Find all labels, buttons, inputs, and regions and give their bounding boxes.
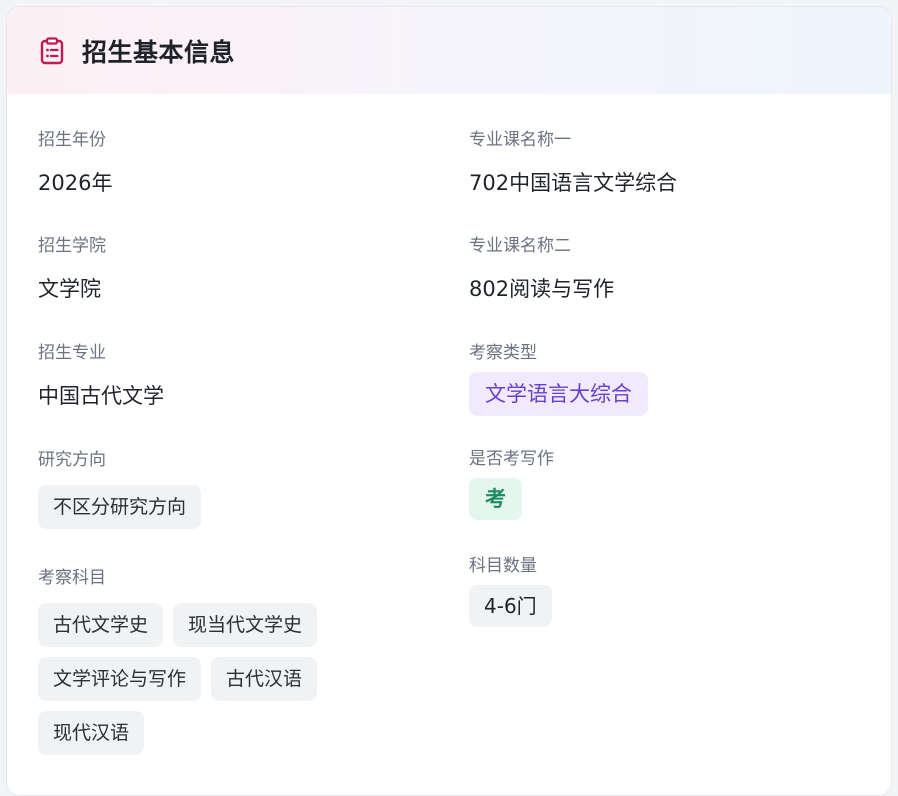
field-course-two: 专业课名称二 802阅读与写作 [469, 235, 614, 303]
field-label: 是否考写作 [469, 449, 554, 469]
field-value: 702中国语言文学综合 [469, 171, 678, 195]
field-enroll-year: 招生年份 2026年 [38, 129, 112, 197]
writing-badge: 考 [469, 478, 522, 520]
field-value: 文学院 [38, 277, 101, 301]
subject-tag-list: 古代文学史 现当代文学史 文学评论与写作 古代汉语 现代汉语 [38, 603, 338, 755]
subject-tag: 现当代文学史 [173, 603, 318, 647]
field-course-one: 专业课名称一 702中国语言文学综合 [469, 129, 677, 197]
field-label: 招生专业 [38, 343, 106, 363]
subject-tag: 古代汉语 [211, 657, 318, 701]
enrollment-info-card: 招生基本信息 招生年份 2026年 招生学院 文学院 招生专业 中国古代文学 研… [6, 6, 892, 796]
subject-tag: 文学评论与写作 [38, 657, 202, 701]
field-exam-subjects: 考察科目 古代文学史 现当代文学史 文学评论与写作 古代汉语 现代汉语 [38, 567, 338, 755]
field-value: 中国古代文学 [38, 384, 164, 408]
subject-count-badge: 4-6门 [469, 585, 552, 627]
field-subject-count: 科目数量 4-6门 [469, 555, 552, 627]
card-header: 招生基本信息 [7, 7, 891, 94]
field-label: 研究方向 [38, 450, 106, 470]
field-label: 科目数量 [469, 556, 537, 576]
field-label: 招生年份 [38, 130, 106, 150]
field-college: 招生学院 文学院 [38, 235, 106, 303]
field-label: 招生学院 [38, 236, 106, 256]
field-label: 专业课名称二 [469, 236, 571, 256]
field-value: 2026年 [38, 171, 113, 195]
field-label: 考察类型 [469, 343, 537, 363]
field-label: 考察科目 [38, 568, 106, 588]
field-research-direction: 研究方向 不区分研究方向 [38, 449, 202, 529]
direction-tag: 不区分研究方向 [38, 485, 202, 529]
exam-type-badge: 文学语言大综合 [469, 372, 648, 416]
clipboard-icon [38, 36, 66, 65]
page-title: 招生基本信息 [82, 37, 236, 67]
subject-tag: 古代文学史 [38, 603, 164, 647]
field-label: 专业课名称一 [469, 130, 571, 150]
field-writing: 是否考写作 考 [469, 448, 554, 520]
field-exam-type: 考察类型 文学语言大综合 [469, 342, 648, 416]
field-major: 招生专业 中国古代文学 [38, 342, 164, 410]
subject-tag: 现代汉语 [38, 711, 145, 755]
field-value: 802阅读与写作 [469, 277, 615, 301]
